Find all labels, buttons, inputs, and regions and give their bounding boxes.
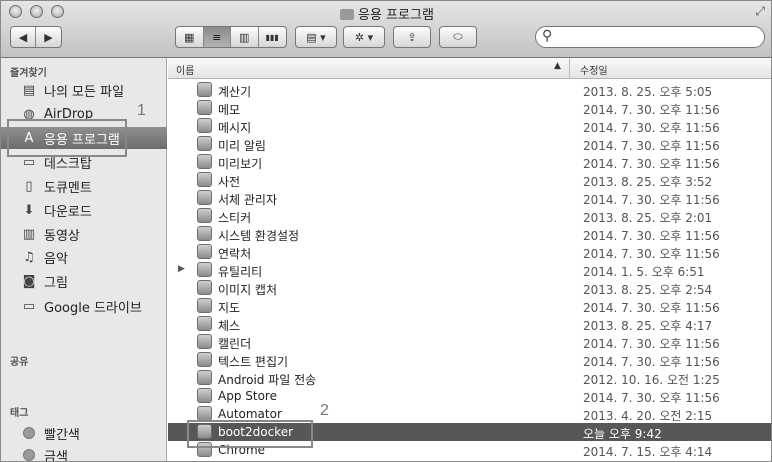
action-button[interactable]: ✲ ▾ bbox=[343, 26, 385, 48]
sidebar-item-downloads[interactable]: ⬇ 다운로드 bbox=[1, 199, 167, 221]
back-button[interactable]: ◀ bbox=[11, 27, 37, 47]
table-row[interactable]: App Store 2014. 7. 30. 오후 11:56 bbox=[168, 387, 771, 405]
sidebar-tag-gold[interactable]: 금색 bbox=[1, 444, 167, 461]
sidebar-tag-red[interactable]: 빨간색 bbox=[1, 422, 167, 444]
search-input[interactable] bbox=[558, 29, 758, 45]
arrange-button[interactable]: ▤ ▾ bbox=[295, 26, 337, 48]
view-coverflow-button[interactable]: ▮▮▮ bbox=[259, 27, 286, 47]
table-row[interactable]: 시스템 환경설정 2014. 7. 30. 오후 11:56 bbox=[168, 225, 771, 243]
chess-icon bbox=[197, 316, 212, 331]
table-row[interactable]: 메모 2014. 7. 30. 오후 11:56 bbox=[168, 99, 771, 117]
table-row[interactable]: 텍스트 편집기 2014. 7. 30. 오후 11:56 bbox=[168, 351, 771, 369]
fullscreen-icon[interactable]: ⤢ bbox=[755, 4, 765, 19]
utilities-folder-icon bbox=[197, 262, 212, 277]
table-row[interactable]: 체스 2013. 8. 25. 오후 4:17 bbox=[168, 315, 771, 333]
reminders-icon bbox=[197, 136, 212, 151]
coverflow-view-icon: ▮▮▮ bbox=[265, 32, 279, 42]
callout-box-2 bbox=[187, 420, 313, 448]
share-button[interactable]: ⇪ bbox=[393, 26, 431, 48]
window-title: 응용 프로그램 bbox=[1, 4, 771, 23]
table-row[interactable]: ▶ 유틸리티 2014. 1. 5. 오후 6:51 bbox=[168, 261, 771, 279]
folder-icon: ▭ bbox=[22, 298, 36, 314]
column-header-name[interactable]: 이름 bbox=[176, 62, 194, 77]
table-row[interactable]: 연락처 2014. 7. 30. 오후 11:56 bbox=[168, 243, 771, 261]
titlebar: 응용 프로그램 ⤢ ◀ ▶ ▦ ≡ ▥ ▮▮▮ ▤ ▾ ✲ ▾ ⇪ ⬭ ⚲ bbox=[1, 1, 771, 58]
callout-number-2: 2 bbox=[320, 402, 329, 419]
camera-icon: ◙ bbox=[22, 273, 36, 289]
automator-icon bbox=[197, 406, 212, 421]
callout-box-1 bbox=[7, 119, 127, 157]
notes-icon bbox=[197, 100, 212, 115]
file-list: 이름 ▲ 수정일 계산기 2013. 8. 25. 오후 5:05 메모 2014.… bbox=[168, 58, 771, 461]
movies-icon: ▥ bbox=[22, 226, 36, 242]
stickies-icon bbox=[197, 208, 212, 223]
back-forward-control: ◀ ▶ bbox=[10, 26, 62, 48]
font-book-icon bbox=[197, 190, 212, 205]
tag-button[interactable]: ⬭ bbox=[439, 26, 477, 48]
all-files-icon: ▤ bbox=[22, 82, 36, 98]
table-row[interactable]: 서체 관리자 2014. 7. 30. 오후 11:56 bbox=[168, 189, 771, 207]
table-row[interactable]: 지도 2014. 7. 30. 오후 11:56 bbox=[168, 297, 771, 315]
dictionary-icon bbox=[197, 172, 212, 187]
calendar-icon bbox=[197, 334, 212, 349]
preview-icon bbox=[197, 154, 212, 169]
documents-icon: ▯ bbox=[25, 178, 33, 194]
search-icon: ⚲ bbox=[542, 28, 553, 44]
view-list-button[interactable]: ≡ bbox=[203, 27, 231, 47]
table-row[interactable]: 스티커 2013. 8. 25. 오후 2:01 bbox=[168, 207, 771, 225]
view-switcher: ▦ ≡ ▥ ▮▮▮ bbox=[175, 26, 287, 48]
contacts-icon bbox=[197, 244, 212, 259]
table-row[interactable]: 계산기 2013. 8. 25. 오후 5:05 bbox=[168, 81, 771, 99]
android-file-transfer-icon bbox=[197, 370, 212, 385]
sidebar-item-all-my-files[interactable]: ▤ 나의 모든 파일 bbox=[1, 79, 167, 101]
list-view-icon: ≡ bbox=[212, 30, 222, 44]
view-column-button[interactable]: ▥ bbox=[231, 27, 259, 47]
list-header: 이름 ▲ 수정일 bbox=[168, 58, 771, 79]
system-preferences-icon bbox=[197, 226, 212, 241]
column-divider[interactable] bbox=[569, 58, 570, 79]
finder-window: 응용 프로그램 ⤢ ◀ ▶ ▦ ≡ ▥ ▮▮▮ ▤ ▾ ✲ ▾ ⇪ ⬭ ⚲ 즐겨… bbox=[0, 0, 772, 462]
favorites-heading: 즐겨찾기 bbox=[10, 68, 47, 79]
sidebar-item-music[interactable]: ♫ 음악 bbox=[1, 246, 167, 268]
column-header-date[interactable]: 수정일 bbox=[580, 62, 608, 77]
music-icon: ♫ bbox=[23, 249, 35, 265]
share-icon: ⇪ bbox=[407, 30, 417, 44]
sidebar-item-movies[interactable]: ▥ 동영상 bbox=[1, 223, 167, 245]
forward-button[interactable]: ▶ bbox=[36, 27, 61, 47]
folder-icon bbox=[340, 9, 355, 20]
sort-ascending-icon[interactable]: ▲ bbox=[554, 61, 561, 71]
disclosure-triangle-icon[interactable]: ▶ bbox=[178, 264, 185, 274]
textedit-icon bbox=[197, 352, 212, 367]
callout-number-1: 1 bbox=[137, 102, 146, 119]
sidebar-item-pictures[interactable]: ◙ 그림 bbox=[1, 270, 167, 292]
download-icon: ⬇ bbox=[23, 202, 35, 218]
table-row[interactable]: 캘린더 2014. 7. 30. 오후 11:56 bbox=[168, 333, 771, 351]
messages-icon bbox=[197, 118, 212, 133]
gear-icon: ✲ ▾ bbox=[354, 30, 374, 44]
tag-dot-icon bbox=[23, 427, 35, 439]
sidebar-item-documents[interactable]: ▯ 도큐멘트 bbox=[1, 175, 167, 197]
table-row[interactable]: 미리보기 2014. 7. 30. 오후 11:56 bbox=[168, 153, 771, 171]
arrange-icon: ▤ ▾ bbox=[306, 30, 326, 44]
sidebar-item-google-drive[interactable]: ▭ Google 드라이브 bbox=[1, 295, 167, 317]
image-capture-icon bbox=[197, 280, 212, 295]
column-view-icon: ▥ bbox=[239, 30, 250, 44]
shared-heading: 공유 bbox=[10, 357, 29, 368]
tag-dot-icon bbox=[23, 449, 35, 461]
forward-icon: ▶ bbox=[44, 30, 53, 44]
tag-icon: ⬭ bbox=[453, 30, 463, 43]
table-row[interactable]: Android 파일 전송 2012. 10. 16. 오전 1:25 bbox=[168, 369, 771, 387]
table-row[interactable]: 이미지 캡처 2013. 8. 25. 오후 2:54 bbox=[168, 279, 771, 297]
table-row[interactable]: 미리 알림 2014. 7. 30. 오후 11:56 bbox=[168, 135, 771, 153]
table-row[interactable]: 메시지 2014. 7. 30. 오후 11:56 bbox=[168, 117, 771, 135]
app-store-icon bbox=[197, 388, 212, 403]
table-row[interactable]: 사전 2013. 8. 25. 오후 3:52 bbox=[168, 171, 771, 189]
view-icon-button[interactable]: ▦ bbox=[176, 27, 204, 47]
back-icon: ◀ bbox=[18, 30, 28, 44]
calculator-icon bbox=[197, 82, 212, 97]
icon-view-icon: ▦ bbox=[184, 30, 195, 44]
tags-heading: 태그 bbox=[10, 408, 29, 419]
maps-icon bbox=[197, 298, 212, 313]
search-field[interactable]: ⚲ bbox=[535, 26, 765, 48]
